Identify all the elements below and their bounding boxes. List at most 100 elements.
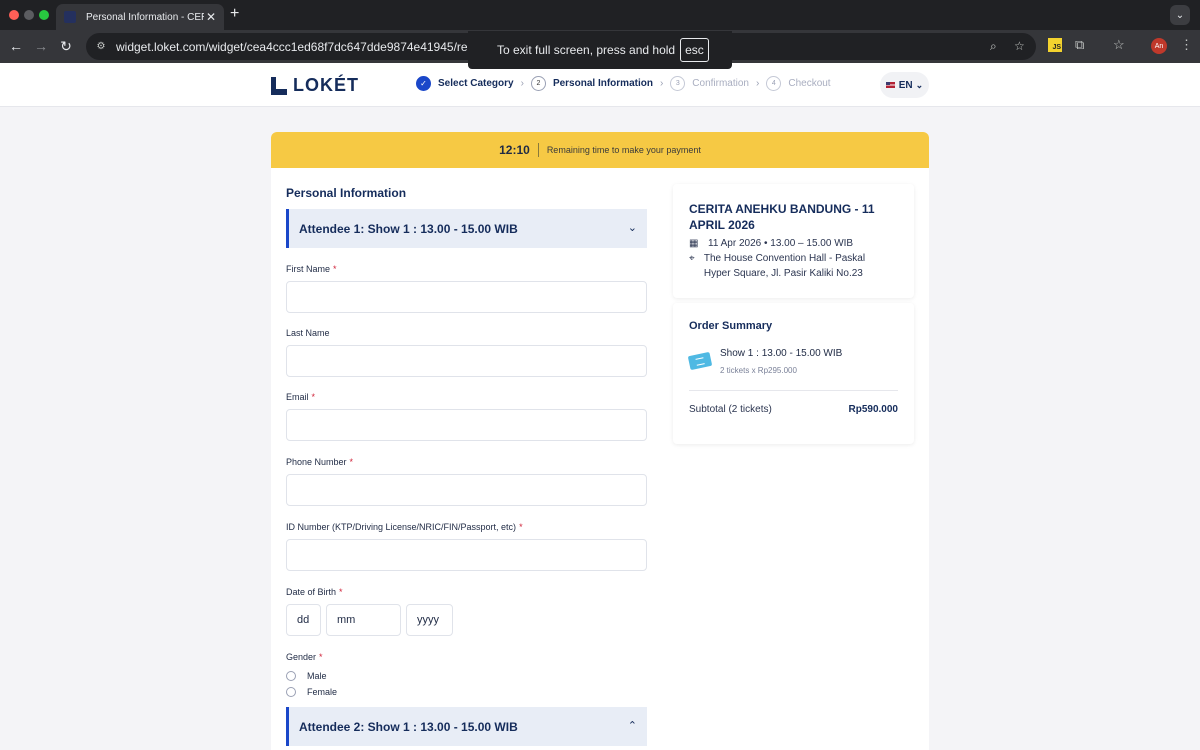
timer-value: 12:10 — [499, 143, 539, 157]
phone-input[interactable] — [286, 474, 647, 506]
browser-menu-icon[interactable]: ⋮ — [1180, 37, 1193, 53]
chevron-down-icon: ⌄ — [627, 222, 637, 234]
language-code: EN — [898, 79, 913, 91]
js-extension-icon[interactable]: JS — [1048, 38, 1062, 52]
reading-list-icon[interactable]: ☆ — [1113, 37, 1125, 53]
location-pin-icon: ⌖ — [689, 253, 695, 264]
gender-option-male[interactable]: Male — [286, 671, 327, 681]
id-number-input[interactable] — [286, 539, 647, 571]
event-title: CERITA ANEHKU BANDUNG - 11 APRIL 2026 — [689, 202, 875, 232]
attendee-1-accordion[interactable]: Attendee 1: Show 1 : 13.00 - 15.00 WIB ⌄ — [286, 209, 647, 248]
logo-text: LOKÉT — [293, 75, 359, 95]
tab-search-icon[interactable]: ⌄ — [1170, 5, 1190, 25]
fullscreen-window-button[interactable] — [39, 10, 49, 20]
loket-logo[interactable]: LOKÉT — [271, 75, 359, 96]
tab-title: Personal Information - CERITA ANEHKU BAN… — [86, 11, 204, 23]
email-input[interactable] — [286, 409, 647, 441]
uk-flag-icon — [885, 82, 895, 88]
event-venue: ⌖ The House Convention Hall - Paskal Hyp… — [689, 253, 866, 279]
step-label: Select Category — [438, 78, 514, 89]
back-icon[interactable]: ← — [6, 36, 26, 56]
order-summary-card: Order Summary Show 1 : 13.00 - 15.00 WIB… — [673, 303, 914, 444]
forward-icon[interactable]: → — [31, 36, 51, 56]
email-label: Email * — [286, 392, 316, 402]
required-mark: * — [349, 457, 354, 467]
step-checkout: 4 Checkout — [766, 76, 831, 91]
dob-day-input[interactable] — [286, 604, 321, 636]
favicon-icon — [64, 11, 76, 23]
radio-button[interactable] — [286, 671, 296, 681]
fullscreen-exit-toast: To exit full screen, press and hold esc — [468, 31, 732, 69]
subtotal-label: Subtotal (2 tickets) — [689, 404, 772, 415]
attendee-1-title: Attendee 1: Show 1 : 13.00 - 15.00 WIB — [299, 221, 518, 236]
reload-icon[interactable]: ↻ — [56, 36, 76, 56]
new-tab-icon[interactable]: + — [230, 5, 239, 23]
step-label: Confirmation — [692, 78, 749, 89]
language-selector[interactable]: EN ⌄ — [880, 72, 929, 98]
dob-month-input[interactable] — [326, 604, 401, 636]
timer-text: Remaining time to make your payment — [546, 145, 701, 155]
step-number: 4 — [766, 76, 782, 91]
required-mark: * — [519, 522, 523, 532]
site-header: LOKÉT ✓ Select Category › 2 Personal Inf… — [0, 63, 1200, 107]
dob-label: Date of Birth * — [286, 587, 343, 597]
summary-ticket-qty: 2 tickets x Rp295.000 — [720, 366, 797, 375]
step-number: 2 — [530, 76, 546, 91]
esc-key-hint: esc — [680, 38, 709, 62]
site-settings-icon[interactable]: ⚙ — [94, 40, 108, 54]
step-confirmation: 3 Confirmation — [670, 76, 749, 91]
attendee-2-title: Attendee 2: Show 1 : 13.00 - 15.00 WIB — [299, 719, 518, 734]
close-window-button[interactable] — [9, 10, 19, 20]
first-name-label: First Name * — [286, 264, 337, 274]
zoom-icon[interactable]: ⌕ — [990, 39, 997, 54]
radio-label: Male — [307, 671, 327, 681]
loket-logo-icon — [271, 76, 287, 95]
form-title: Personal Information — [286, 186, 407, 200]
fullscreen-toast-text: To exit full screen, press and hold — [497, 43, 676, 57]
first-name-input[interactable] — [286, 281, 647, 313]
close-tab-icon[interactable]: ✕ — [206, 10, 216, 24]
radio-label: Female — [307, 687, 338, 697]
step-number: 3 — [670, 76, 686, 91]
event-datetime: ▦ 11 Apr 2026 • 13.00 – 15.00 WIB — [689, 238, 854, 249]
checkout-stepper: ✓ Select Category › 2 Personal Informati… — [416, 76, 831, 91]
calendar-icon: ▦ — [689, 238, 699, 249]
browser-tabbar: Personal Information - CERITA ANEHKU BAN… — [0, 0, 1200, 30]
radio-button[interactable] — [286, 687, 296, 697]
step-select-category: ✓ Select Category — [416, 76, 514, 91]
last-name-input[interactable] — [286, 345, 647, 377]
step-personal-information: 2 Personal Information — [530, 76, 653, 91]
divider — [689, 390, 898, 391]
subtotal-value: Rp590.000 — [848, 404, 898, 415]
id-number-label: ID Number (KTP/Driving License/NRIC/FIN/… — [286, 522, 523, 532]
browser-tab[interactable]: Personal Information - CERITA ANEHKU BAN… — [56, 4, 224, 30]
step-label: Checkout — [788, 78, 831, 89]
payment-timer-bar: 12:10 Remaining time to make your paymen… — [271, 132, 929, 168]
gender-option-female[interactable]: Female — [286, 687, 337, 697]
minimize-window-button[interactable] — [24, 10, 34, 20]
required-mark: * — [319, 652, 323, 662]
ticket-icon — [687, 351, 713, 371]
phone-label: Phone Number * — [286, 457, 354, 467]
summary-show-name: Show 1 : 13.00 - 15.00 WIB — [720, 348, 843, 359]
attendee-2-accordion[interactable]: Attendee 2: Show 1 : 13.00 - 15.00 WIB ⌃ — [286, 707, 647, 746]
extensions-puzzle-icon[interactable]: ⧉ — [1075, 37, 1084, 53]
step-check-icon: ✓ — [416, 76, 431, 91]
chevron-right-icon: › — [756, 78, 760, 89]
step-label: Personal Information — [552, 78, 653, 89]
profile-avatar[interactable]: An — [1151, 38, 1167, 54]
required-mark: * — [333, 264, 337, 274]
last-name-label: Last Name — [286, 328, 330, 338]
required-mark: * — [339, 587, 343, 597]
dob-year-input[interactable] — [406, 604, 453, 636]
required-mark: * — [311, 392, 316, 402]
chevron-right-icon: › — [659, 78, 664, 89]
chevron-right-icon: › — [520, 78, 524, 89]
bookmark-star-icon[interactable]: ☆ — [1014, 39, 1025, 53]
url-text: widget.loket.com/widget/cea4ccc1ed68f7dc… — [116, 39, 497, 54]
order-summary-title: Order Summary — [689, 320, 773, 332]
chevron-down-icon: ⌄ — [915, 79, 924, 90]
chevron-up-icon: ⌃ — [627, 720, 637, 732]
event-info-card: CERITA ANEHKU BANDUNG - 11 APRIL 2026 ▦ … — [673, 184, 914, 298]
gender-label: Gender * — [286, 652, 323, 662]
